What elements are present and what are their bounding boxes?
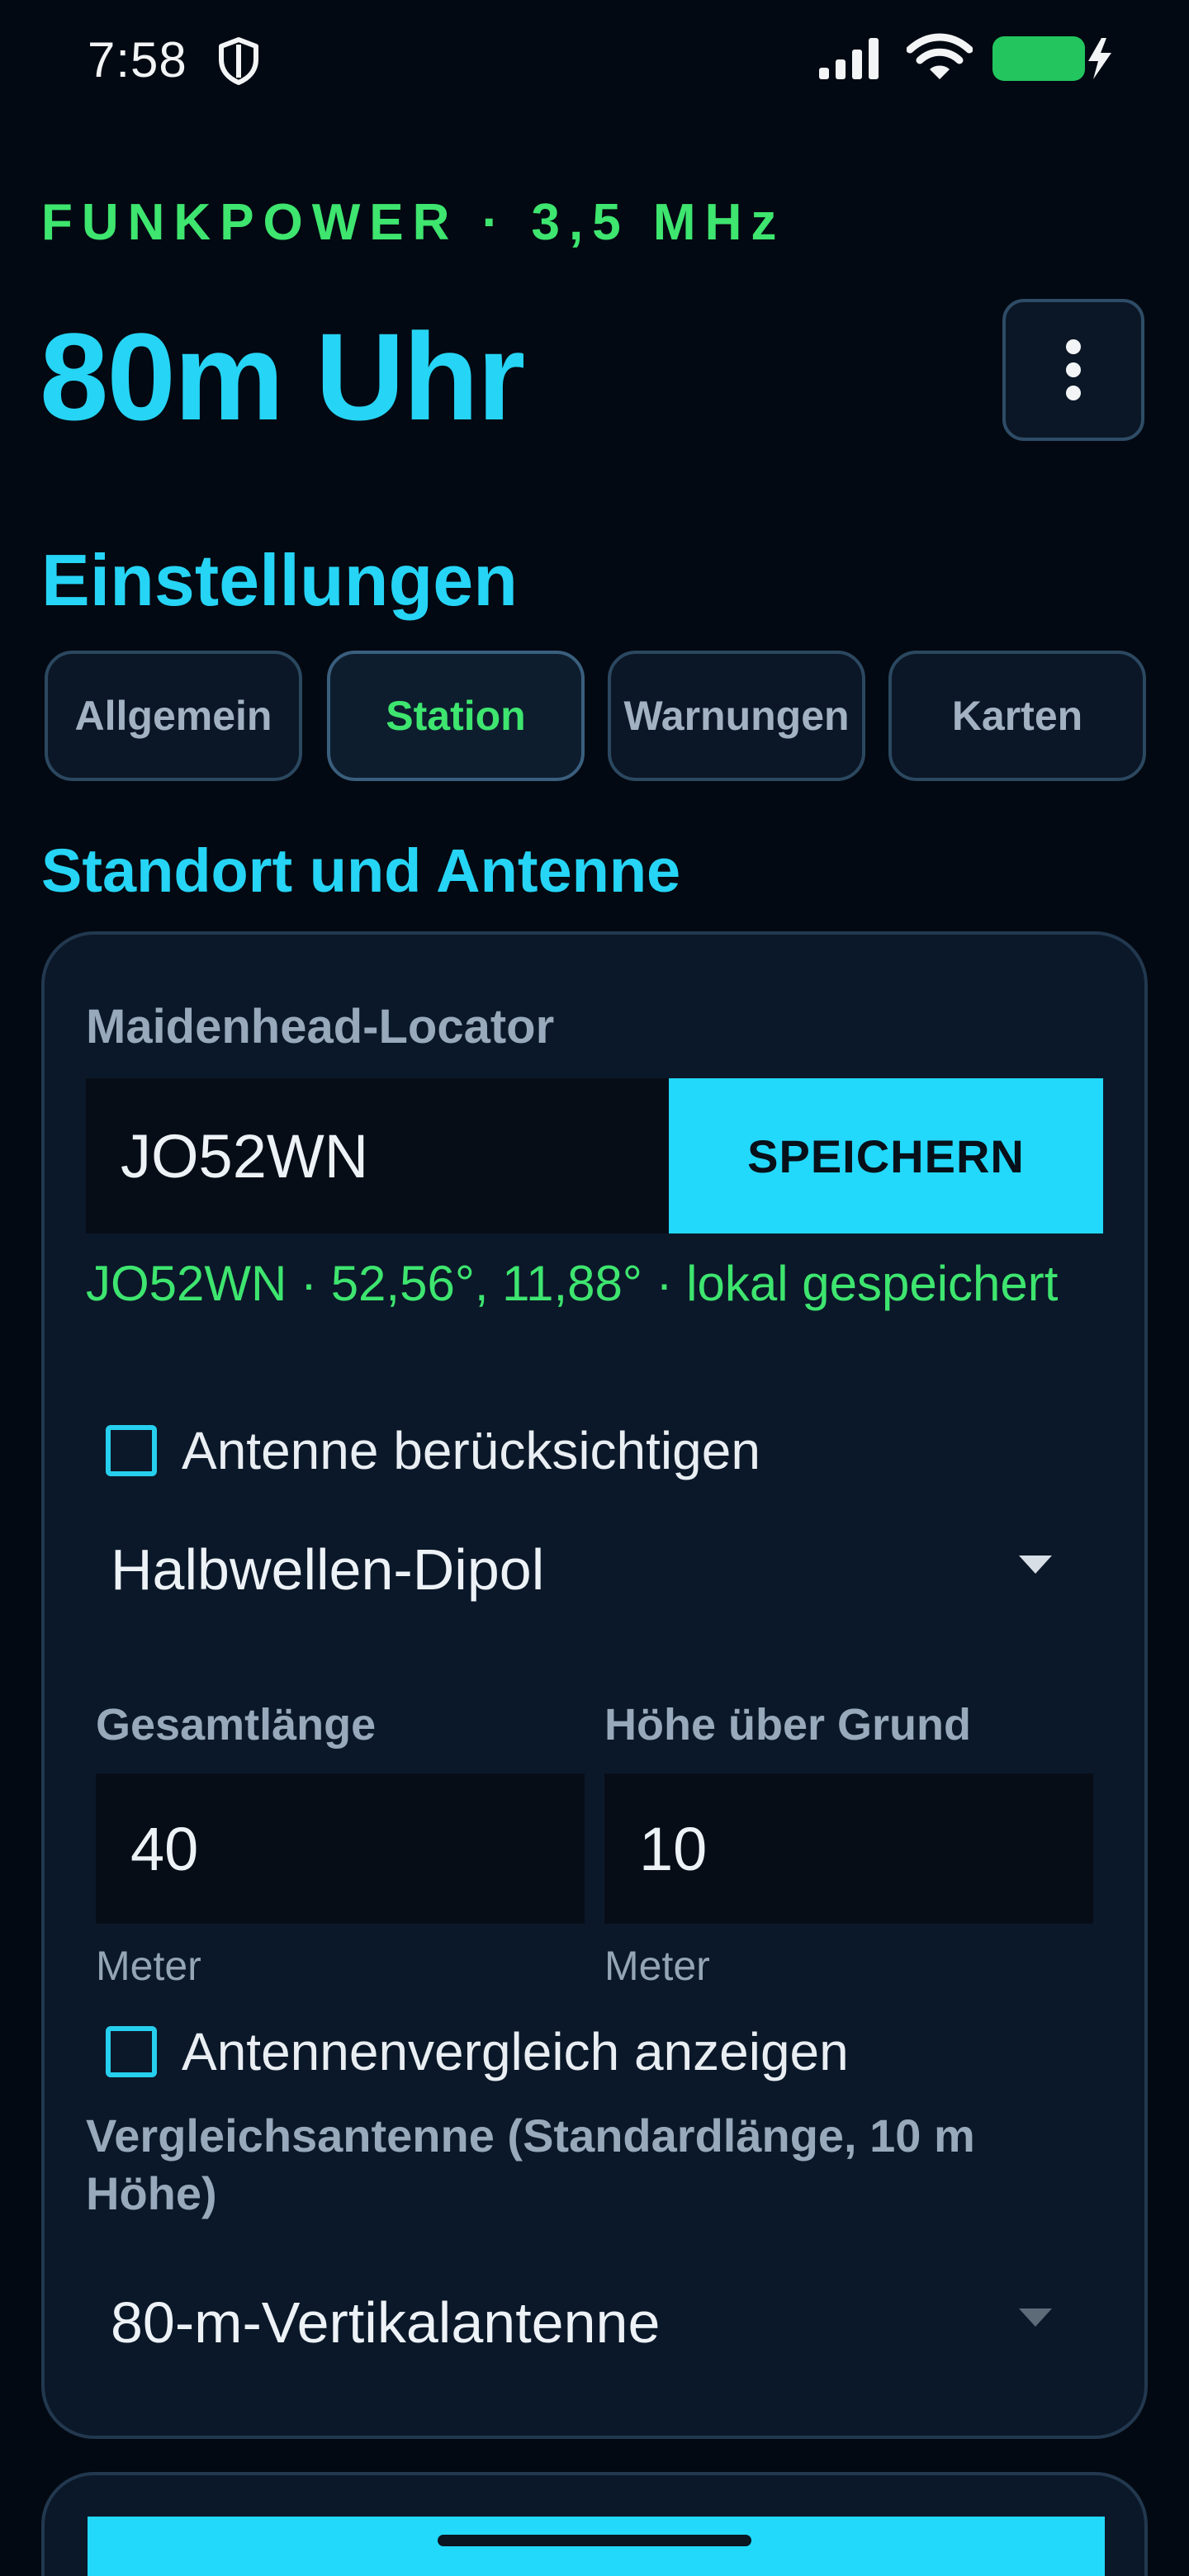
locator-status: JO52WN · 52,56°, 11,88° · lokal gespeich… [86, 1256, 1059, 1311]
app-title: 80m Uhr [40, 307, 525, 446]
comparison-select-label: Vergleichsantenne (Standardlänge, 10 m H… [86, 2110, 975, 2219]
next-card [41, 2472, 1148, 2576]
length-unit: Meter [96, 1943, 201, 1989]
tab-warnungen[interactable]: Warnungen [608, 651, 865, 781]
length-input[interactable]: 40 [96, 1773, 585, 1924]
tab-station[interactable]: Station [327, 651, 585, 781]
height-unit: Meter [604, 1943, 710, 1989]
length-label: Gesamtlänge [96, 1700, 377, 1750]
section-title-location-antenna: Standort und Antenne [41, 836, 681, 905]
locator-input[interactable]: JO52WN [86, 1078, 669, 1234]
comparison-checkbox-row[interactable]: Antennenvergleich anzeigen [106, 2021, 849, 2082]
signal-icon [819, 38, 879, 79]
status-time: 7:58 [88, 32, 187, 88]
antenna-type-select[interactable]: Halbwellen-Dipol [86, 1508, 1103, 1631]
antenna-type-value: Halbwellen-Dipol [111, 1537, 545, 1602]
more-options-button[interactable] [1002, 299, 1144, 441]
battery-icon [992, 36, 1111, 81]
antenna-checkbox-row[interactable]: Antenne berücksichtigen [106, 1420, 760, 1481]
settings-title: Einstellungen [41, 539, 518, 621]
tab-karten[interactable]: Karten [888, 651, 1146, 781]
comparison-antenna-select[interactable]: 80-m-Vertikalantenne [86, 2261, 1103, 2384]
antenna-checkbox-label: Antenne berücksichtigen [182, 1421, 760, 1480]
save-button[interactable]: SPEICHERN [669, 1078, 1103, 1234]
comparison-checkbox[interactable] [106, 2026, 157, 2077]
screen: 7:58 FUNKPOWER · 3,5 MHz 80m Uhr Einstel… [0, 0, 1189, 2576]
wifi-icon [907, 33, 973, 79]
locator-label: Maidenhead-Locator [86, 1000, 555, 1054]
height-input[interactable]: 10 [604, 1773, 1093, 1924]
shield-icon [219, 37, 258, 85]
home-indicator[interactable] [438, 2535, 751, 2546]
chevron-down-icon [1019, 1556, 1052, 1574]
comparison-antenna-value: 80-m-Vertikalantenne [111, 2290, 661, 2355]
chevron-down-icon [1019, 2308, 1052, 2327]
kebab-icon [1066, 339, 1081, 400]
height-label: Höhe über Grund [604, 1700, 971, 1750]
next-card-button[interactable] [88, 2517, 1105, 2576]
brand-line: FUNKPOWER · 3,5 MHz [41, 194, 786, 251]
antenna-checkbox[interactable] [106, 1425, 157, 1476]
status-bar: 7:58 [0, 0, 1189, 116]
tab-allgemein[interactable]: Allgemein [45, 651, 302, 781]
comparison-checkbox-label: Antennenvergleich anzeigen [182, 2022, 849, 2081]
